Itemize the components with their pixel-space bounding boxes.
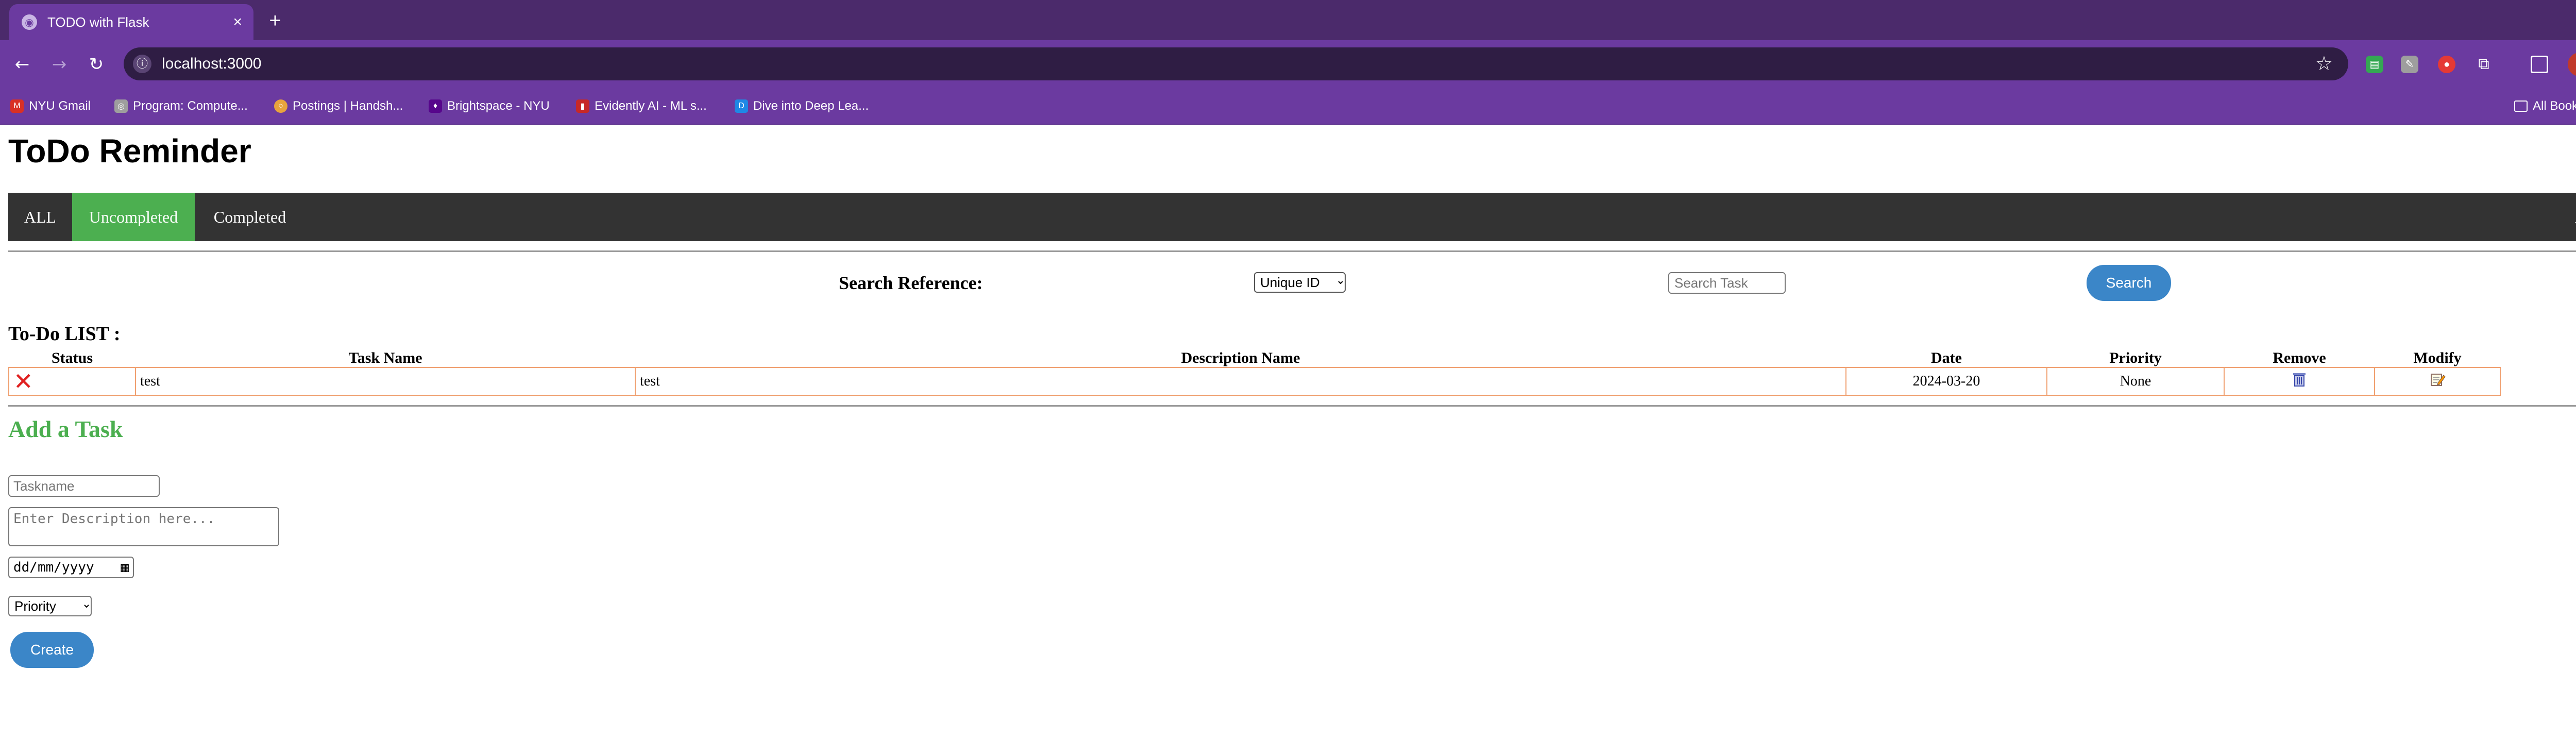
all-bookmarks-label: All Bookmarks <box>2533 99 2576 113</box>
address-bar[interactable]: ⓘ localhost:3000 ☆ <box>124 47 2348 80</box>
bookmark-brightspace[interactable]: ♦ Brightspace - NYU <box>429 89 550 124</box>
column-header-modify: Modify <box>2413 349 2462 366</box>
todo-list-title: To-Do LIST : <box>8 323 121 345</box>
nav-about[interactable]: About <box>2563 193 2576 241</box>
folder-icon <box>2514 100 2528 112</box>
calendar-icon[interactable]: ▦ <box>121 560 129 575</box>
priority-select[interactable]: Priority <box>8 596 92 616</box>
reload-icon[interactable]: ↻ <box>84 53 108 76</box>
new-tab-button[interactable]: + <box>262 7 289 34</box>
side-panel-icon[interactable] <box>2531 56 2548 73</box>
globe-icon: ◉ <box>22 14 37 30</box>
profile-avatar[interactable]: S <box>2568 53 2576 76</box>
description-cell: test <box>635 367 1846 396</box>
remove-cell <box>2224 367 2375 396</box>
nav-uncompleted[interactable]: Uncompleted <box>72 193 195 241</box>
url-text[interactable]: localhost:3000 <box>162 47 261 80</box>
forward-arrow-icon[interactable]: → <box>47 53 71 76</box>
gmail-icon: M <box>10 99 24 113</box>
bookmark-program[interactable]: ◎ Program: Compute... <box>114 89 248 124</box>
search-reference-select[interactable]: Unique ID <box>1254 272 1346 293</box>
modify-cell <box>2374 367 2501 396</box>
extensions-puzzle-icon[interactable]: ⧉ <box>2475 56 2493 73</box>
nav-bar: ALL Uncompleted Completed About <box>8 193 2576 241</box>
bookmark-label: Postings | Handsh... <box>293 99 403 113</box>
search-button[interactable]: Search <box>2087 265 2171 301</box>
date-input[interactable]: dd/mm/yyyy ▦ <box>8 557 134 578</box>
priority-cell: None <box>2046 367 2225 396</box>
divider <box>8 250 2576 252</box>
back-arrow-icon[interactable]: ← <box>10 53 34 76</box>
column-header-task-name: Task Name <box>348 349 422 366</box>
create-button[interactable]: Create <box>10 632 94 668</box>
nav-all[interactable]: ALL <box>8 193 72 241</box>
edit-icon[interactable] <box>2429 371 2446 388</box>
table-header-row: Status Task Name Description Name Date P… <box>9 349 2500 367</box>
all-bookmarks[interactable]: All Bookmarks <box>2514 89 2576 124</box>
add-task-title: Add a Task <box>8 416 123 442</box>
extension-red-icon[interactable]: ● <box>2438 56 2455 73</box>
column-header-remove: Remove <box>2273 349 2326 366</box>
close-tab-icon[interactable]: × <box>233 13 242 31</box>
bookmark-handshake[interactable]: ○ Postings | Handsh... <box>274 89 403 124</box>
handshake-icon: ○ <box>274 99 287 113</box>
bookmark-label: Brightspace - NYU <box>447 99 550 113</box>
browser-toolbar: ← → ↻ ⓘ localhost:3000 ☆ ▤ ✎ ● ⧉ S ⋮ <box>0 40 2576 89</box>
bookmark-label: NYU Gmail <box>29 99 91 113</box>
table-row: ✕ test test 2024-03-20 None <box>8 367 2501 396</box>
program-icon: ◎ <box>114 99 128 113</box>
bookmark-label: Evidently AI - ML s... <box>595 99 707 113</box>
extension-green-icon[interactable]: ▤ <box>2366 56 2383 73</box>
taskname-input[interactable] <box>8 475 160 497</box>
bookmark-star-icon[interactable]: ☆ <box>2315 52 2333 76</box>
bookmark-label: Program: Compute... <box>133 99 248 113</box>
nav-completed[interactable]: Completed <box>195 193 305 241</box>
column-header-description: Description Name <box>1181 349 1300 366</box>
d2l-icon: D <box>735 99 748 113</box>
tab-title: TODO with Flask <box>47 14 149 30</box>
todo-table: Status Task Name Description Name Date P… <box>8 349 2501 396</box>
search-task-input[interactable] <box>1668 272 1786 294</box>
site-info-icon[interactable]: ⓘ <box>133 55 151 73</box>
browser-tab[interactable]: ◉ TODO with Flask × <box>9 4 253 40</box>
brightspace-icon: ♦ <box>429 99 442 113</box>
bookmarks-bar: M NYU Gmail ◎ Program: Compute... ○ Post… <box>0 89 2576 125</box>
red-x-icon[interactable]: ✕ <box>13 370 33 393</box>
date-placeholder: dd/mm/yyyy <box>13 560 94 575</box>
divider <box>8 405 2576 407</box>
bookmark-label: Dive into Deep Lea... <box>753 99 869 113</box>
trash-icon[interactable] <box>2292 371 2307 388</box>
column-header-status: Status <box>51 349 93 366</box>
status-cell: ✕ <box>8 367 136 396</box>
description-textarea[interactable] <box>8 507 279 546</box>
column-header-priority: Priority <box>2109 349 2162 366</box>
bookmark-nyu-gmail[interactable]: M NYU Gmail <box>10 89 91 124</box>
browser-tab-strip: ◉ TODO with Flask × + ⌄ <box>0 0 2576 40</box>
extension-grey-icon[interactable]: ✎ <box>2401 56 2418 73</box>
date-cell: 2024-03-20 <box>1845 367 2047 396</box>
task-name-cell: test <box>135 367 636 396</box>
search-reference-label: Search Reference: <box>839 273 983 293</box>
bookmark-d2l[interactable]: D Dive into Deep Lea... <box>735 89 869 124</box>
bookmark-evidently[interactable]: ▮ Evidently AI - ML s... <box>576 89 707 124</box>
column-header-date: Date <box>1931 349 1962 366</box>
evidently-icon: ▮ <box>576 99 589 113</box>
page-title: ToDo Reminder <box>8 132 251 170</box>
